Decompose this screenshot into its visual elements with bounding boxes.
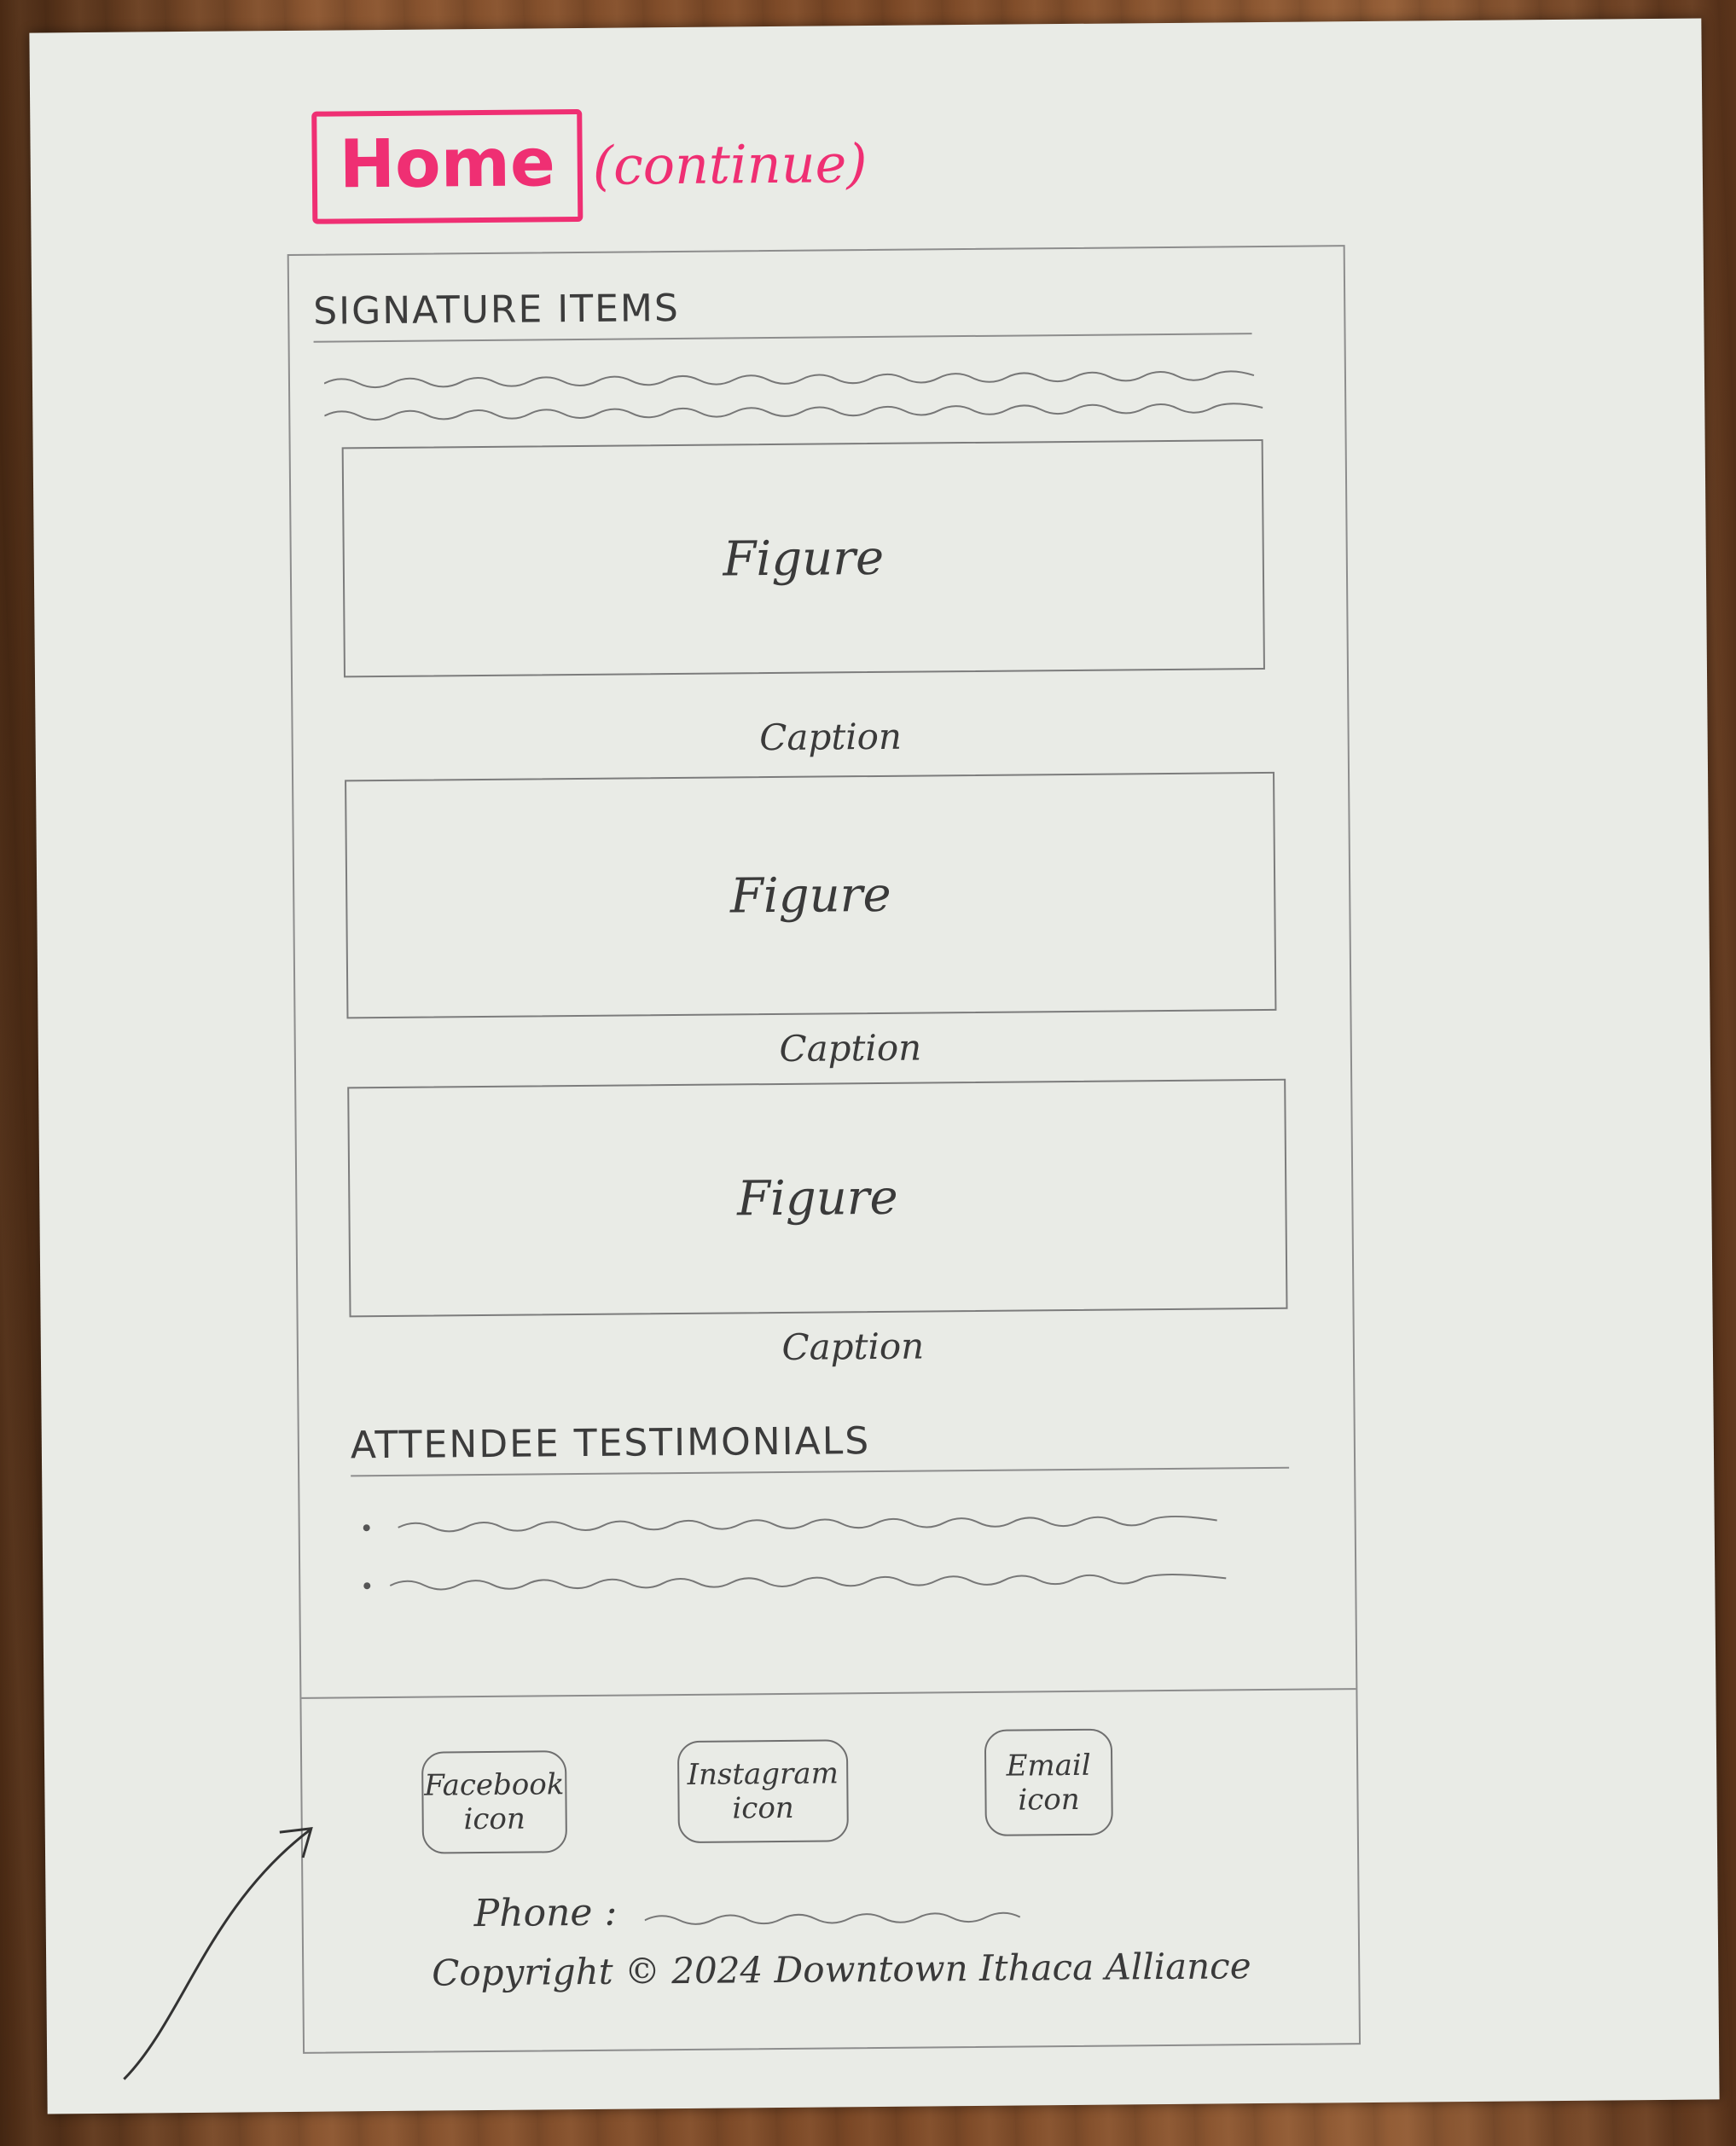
facebook-icon-label-2: icon: [463, 1801, 526, 1837]
instagram-icon-label-2: icon: [732, 1790, 794, 1826]
copyright-text: Copyright © 2024 Downtown Ithaca Allianc…: [432, 1945, 1251, 1994]
wireframe-frame: SIGNATURE ITEMS Figure Caption Figure Ca…: [287, 245, 1362, 2054]
figure-3-caption: Caption: [781, 1325, 925, 1368]
facebook-icon-label-1: Facebook: [424, 1767, 565, 1803]
sketch-paper: Home (continue) SIGNATURE ITEMS Figure C…: [29, 18, 1720, 2114]
page-header: Home (continue): [311, 107, 868, 224]
figure-1-caption: Caption: [759, 715, 903, 759]
heading-underline: [313, 333, 1252, 343]
arrow-icon: [123, 1827, 313, 2080]
email-icon[interactable]: Email icon: [984, 1728, 1113, 1836]
testimonial-list: [363, 1515, 1227, 1591]
page-title: Home: [311, 108, 584, 224]
email-icon-label-1: Email: [1006, 1748, 1091, 1784]
facebook-icon[interactable]: Facebook icon: [421, 1750, 568, 1854]
figure-2: Figure: [345, 771, 1277, 1019]
instagram-icon[interactable]: Instagram icon: [676, 1739, 849, 1844]
figure-3: Figure: [347, 1078, 1288, 1318]
signature-items-heading: SIGNATURE ITEMS: [313, 286, 681, 334]
figure-2-caption: Caption: [779, 1026, 922, 1070]
testimonials-heading: ATTENDEE TESTIMONIALS: [350, 1419, 871, 1468]
email-icon-label-2: icon: [1018, 1782, 1080, 1818]
placeholder-text-lines: [323, 370, 1263, 421]
phone-number-placeholder: [644, 1911, 1021, 1925]
footer-separator: [301, 1688, 1356, 1699]
figure-1-label: Figure: [723, 530, 885, 588]
figure-1: Figure: [341, 438, 1265, 678]
figure-3-label: Figure: [736, 1169, 898, 1227]
figure-2-label: Figure: [729, 867, 891, 924]
testimonials-underline: [351, 1466, 1290, 1477]
phone-label: Phone :: [473, 1890, 618, 1936]
page-subtitle: (continue): [592, 131, 868, 197]
instagram-icon-label-1: Instagram: [687, 1756, 839, 1792]
